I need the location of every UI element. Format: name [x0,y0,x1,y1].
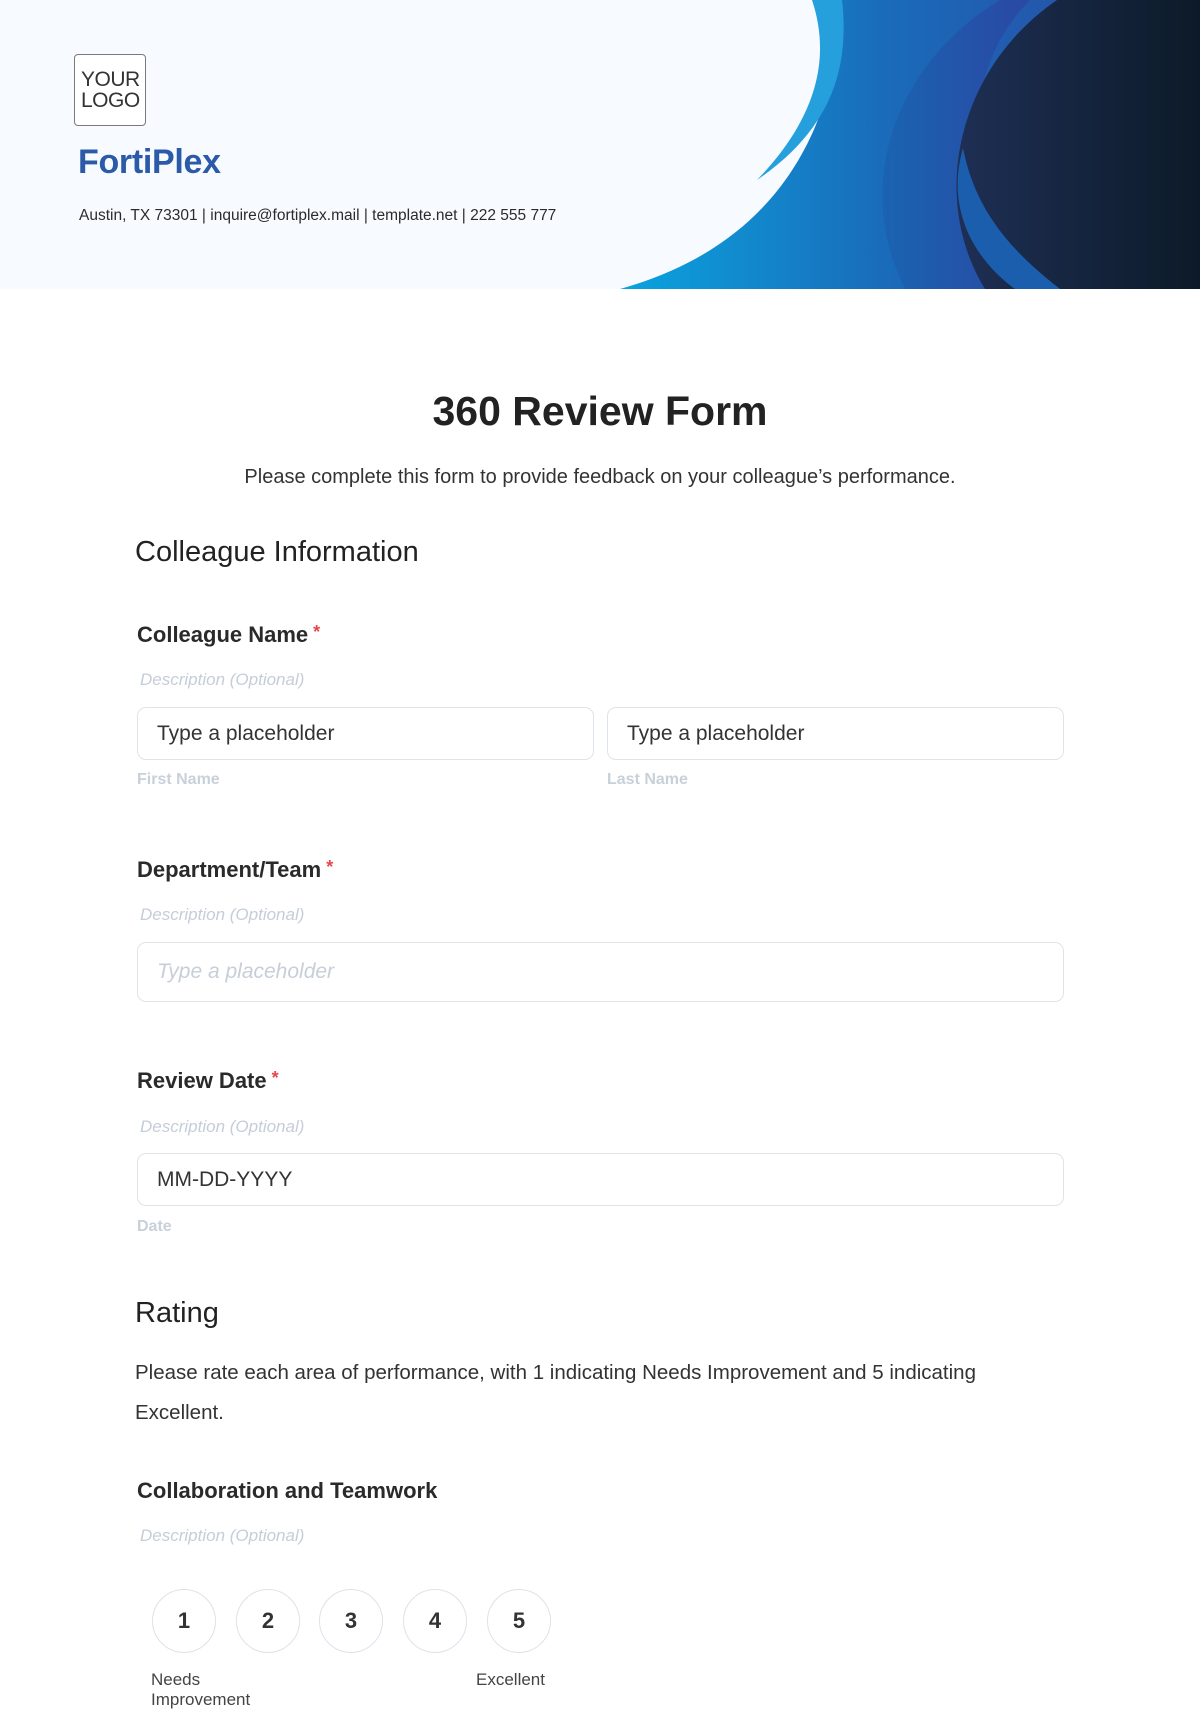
required-asterisk: * [313,622,321,642]
department-label-text: Department/Team [137,857,322,882]
company-name: FortiPlex [78,143,221,181]
department-description: Description (Optional) [140,905,305,924]
colleague-name-label: Colleague Name * [137,622,320,648]
rating-option-3[interactable]: 3 [319,1589,383,1653]
company-logo-placeholder: YOUR LOGO [74,54,146,126]
rating-option-5[interactable]: 5 [487,1589,551,1653]
collaboration-teamwork-description: Description (Optional) [140,1526,305,1545]
review-date-label: Review Date * [137,1068,279,1094]
form-title: 360 Review Form [432,388,768,434]
form-subtitle: Please complete this form to provide fee… [244,466,956,488]
first-name-input[interactable]: Type a placeholder [137,707,594,760]
review-date-placeholder: MM-DD-YYYY [157,1167,293,1191]
review-date-input[interactable]: MM-DD-YYYY [137,1153,1064,1206]
review-date-label-text: Review Date [137,1068,267,1093]
required-asterisk: * [326,857,334,877]
first-name-placeholder: Type a placeholder [157,721,335,745]
rating-option-4[interactable]: 4 [403,1589,467,1653]
department-placeholder: Type a placeholder [157,960,335,983]
department-input[interactable]: Type a placeholder [137,942,1064,1002]
review-date-description: Description (Optional) [140,1117,305,1136]
last-name-placeholder: Type a placeholder [627,721,805,745]
required-asterisk: * [271,1068,279,1088]
first-name-sublabel: First Name [137,771,220,788]
rating-option-1[interactable]: 1 [152,1589,216,1653]
company-contact-line: Austin, TX 73301 | inquire@fortiplex.mai… [79,207,557,224]
logo-text-line1: YOUR [81,68,140,91]
letterhead-header: YOUR LOGO FortiPlex Austin, TX 73301 | i… [0,0,1200,289]
last-name-sublabel: Last Name [607,771,688,788]
collaboration-teamwork-label: Collaboration and Teamwork [137,1478,438,1503]
rating-instructions: Please rate each area of performance, wi… [135,1361,976,1424]
review-date-sublabel: Date [137,1218,172,1235]
rating-low-label: Needs Improvement [151,1670,251,1709]
last-name-input[interactable]: Type a placeholder [607,707,1064,760]
department-label: Department/Team * [137,857,333,883]
rating-high-label: Excellent [476,1670,545,1689]
rating-option-2[interactable]: 2 [236,1589,300,1653]
section-heading-colleague-information: Colleague Information [135,536,419,568]
colleague-name-label-text: Colleague Name [137,622,309,647]
logo-text-line2: LOGO [81,89,140,112]
colleague-name-description: Description (Optional) [140,670,305,689]
section-heading-rating: Rating [135,1297,219,1329]
